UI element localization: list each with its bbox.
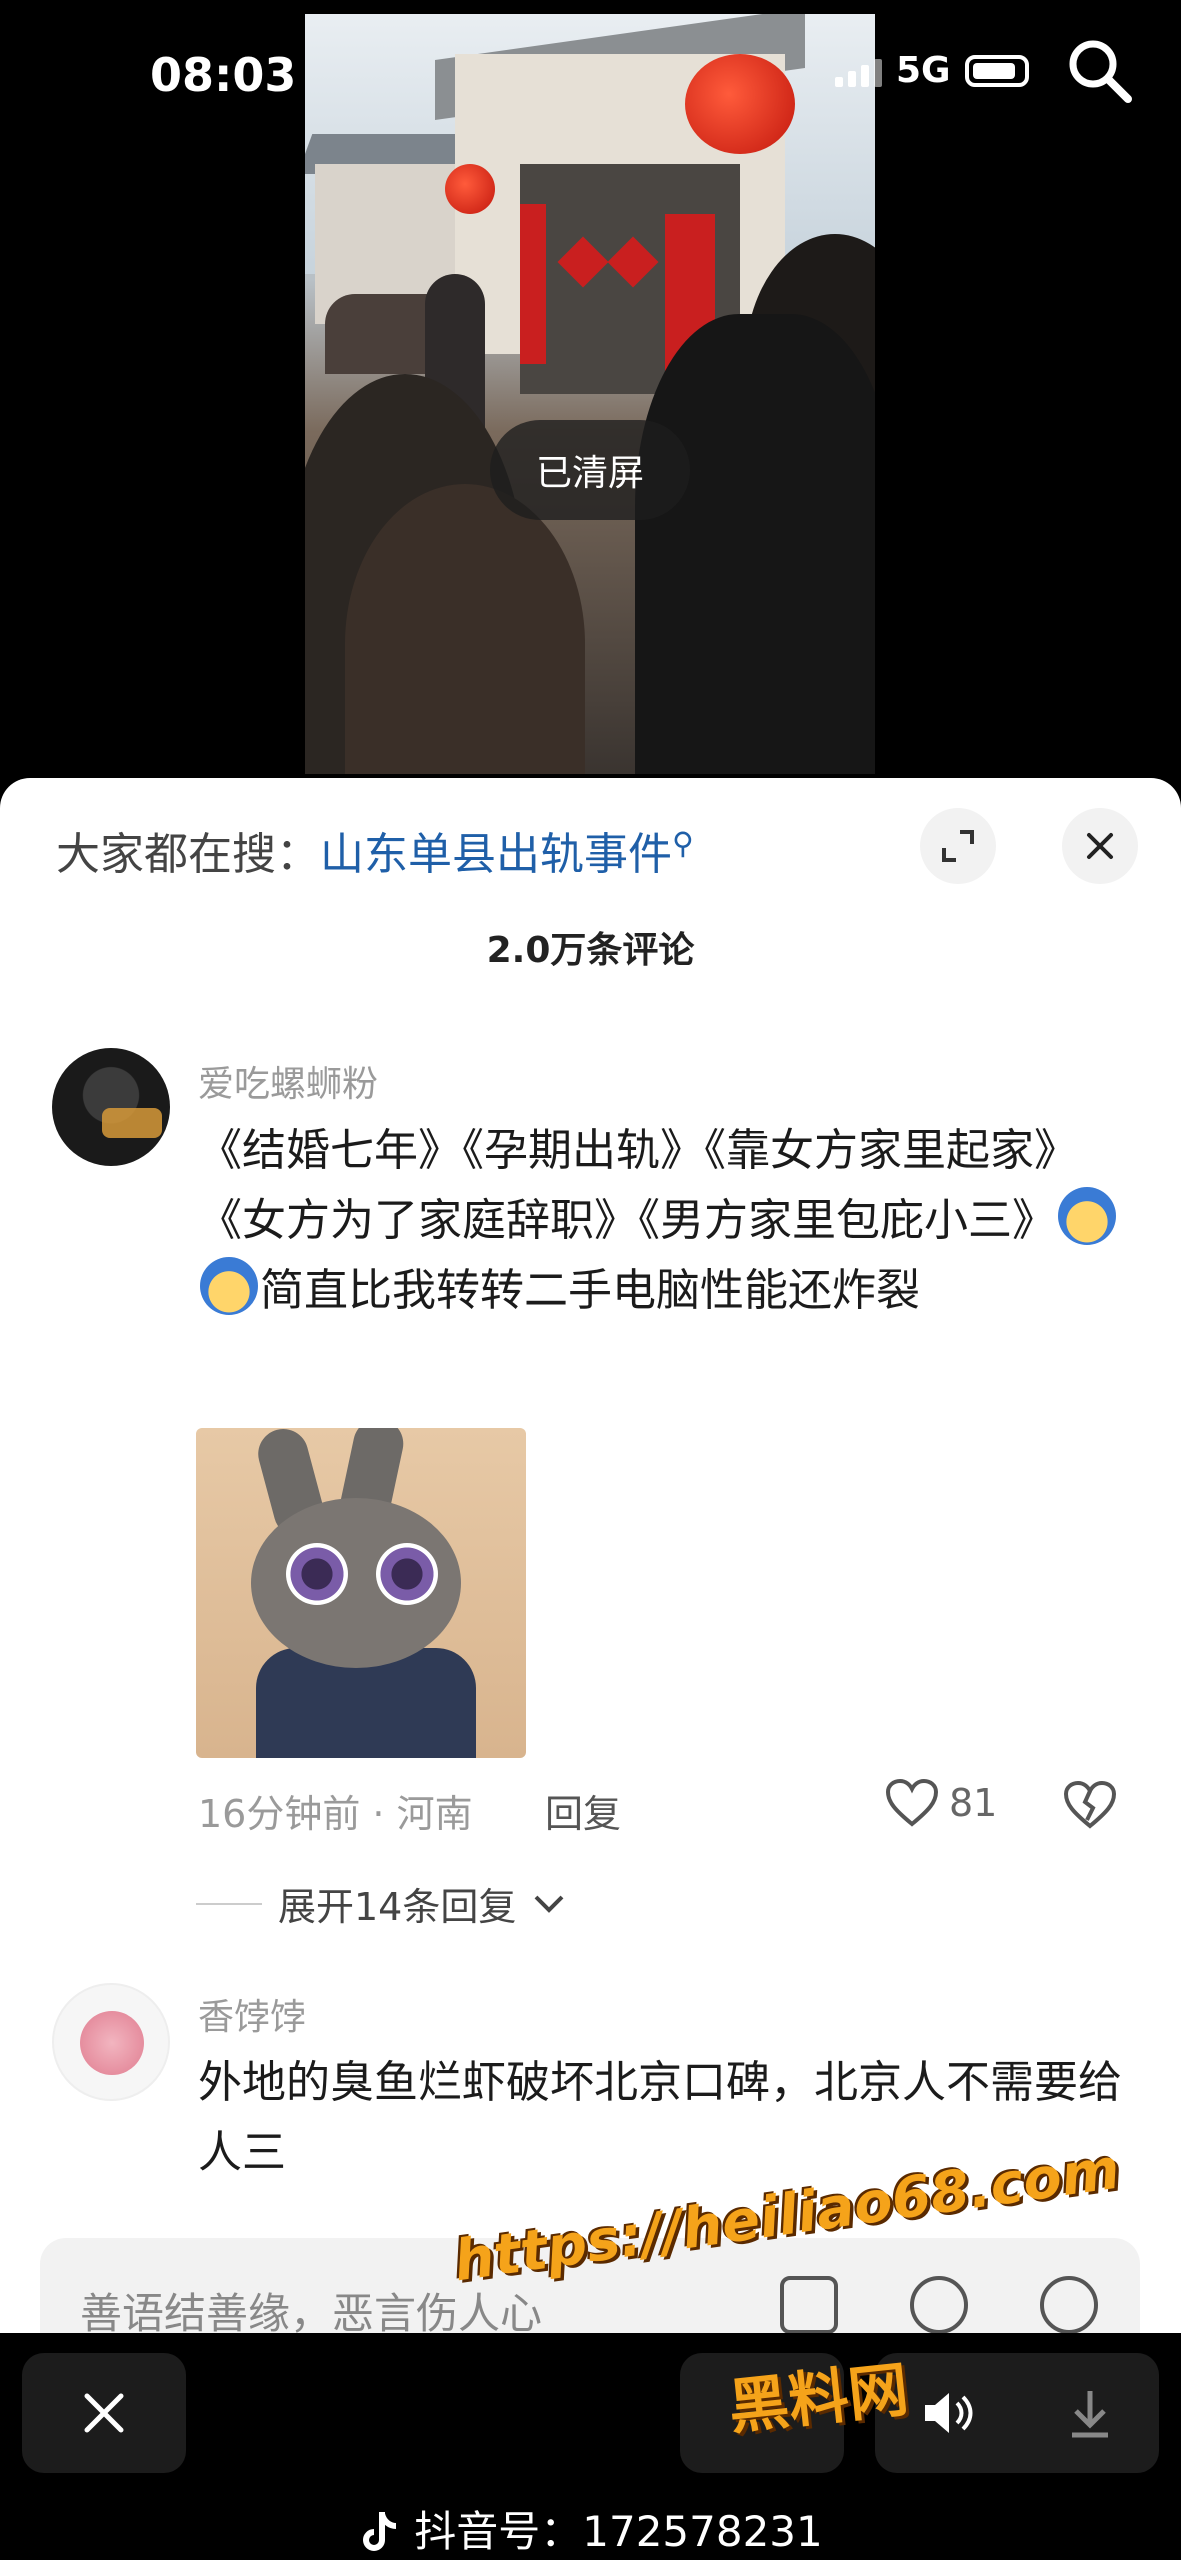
emoji-picker-icon[interactable] — [1040, 2276, 1098, 2333]
volume-icon[interactable] — [921, 2389, 975, 2437]
comment-username[interactable]: 香饽饽 — [198, 1988, 306, 2040]
close-icon — [1087, 833, 1113, 859]
like-button[interactable]: 81 — [885, 1778, 997, 1828]
expand-replies-label: 展开14条回复 — [278, 1885, 517, 1929]
comment-sticker-image[interactable] — [196, 1428, 526, 1758]
broken-heart-icon — [1063, 1780, 1117, 1829]
comment-username[interactable]: 爱吃螺蛳粉 — [198, 1055, 378, 1107]
video-head-center — [345, 484, 585, 774]
download-icon[interactable] — [1066, 2387, 1114, 2439]
divider-line — [196, 1902, 262, 1905]
close-button[interactable] — [1062, 808, 1138, 884]
hot-search-prefix: 大家都在搜： — [56, 829, 320, 880]
chevron-down-icon — [534, 1895, 564, 1913]
comment-count: 2.0万条评论 — [486, 930, 695, 971]
hot-search-link[interactable]: 山东单县出轨事件 — [320, 829, 672, 880]
network-type: 5G — [896, 50, 951, 91]
signal-icon — [835, 55, 882, 87]
video-frame[interactable] — [305, 14, 875, 774]
image-icon[interactable] — [780, 2276, 838, 2333]
status-indicators: 5G — [835, 50, 1029, 91]
tiktok-logo-icon — [363, 2512, 397, 2551]
douyin-id-row: 抖音号：172578231 — [0, 2498, 1181, 2559]
hot-search-bar[interactable]: 大家都在搜：山东单县出轨事件⚲ — [56, 818, 694, 882]
status-time: 08:03 — [150, 48, 297, 102]
expand-replies-button[interactable]: 展开14条回复 — [196, 1876, 566, 1931]
comment-sheet: 大家都在搜：山东单县出轨事件⚲ 2.0万条评论 爱吃螺蛳粉 《结婚七年》《孕期出… — [0, 778, 1181, 2333]
emoji-icon — [1058, 1187, 1116, 1245]
clear-screen-badge: 已清屏 — [490, 420, 690, 520]
couplet-left — [520, 204, 546, 364]
search-icon[interactable] — [1065, 36, 1135, 106]
expand-icon — [942, 830, 974, 862]
red-lantern-2 — [445, 164, 495, 214]
avatar[interactable] — [52, 1983, 170, 2101]
expand-fullscreen-button[interactable] — [920, 808, 996, 884]
close-icon — [84, 2393, 124, 2433]
comment-text-part1: 《结婚七年》《孕期出轨》《靠女方家里起家》《女方为了家庭辞职》《男方家里包庇小三… — [198, 1125, 1078, 1246]
bottom-bar: 抖音号：172578231 — [0, 2333, 1181, 2560]
like-count: 81 — [949, 1781, 998, 1825]
close-video-button[interactable] — [22, 2353, 186, 2473]
comment-time-location: 16分钟前 · 河南 — [198, 1792, 473, 1836]
battery-icon — [964, 54, 1029, 87]
media-controls — [875, 2353, 1159, 2473]
at-icon[interactable] — [910, 2276, 968, 2333]
emoji-icon — [200, 1257, 258, 1315]
red-lantern-1 — [685, 54, 795, 154]
avatar[interactable] — [52, 1048, 170, 1166]
heart-icon — [885, 1778, 939, 1827]
douyin-id: 抖音号：172578231 — [414, 2507, 823, 2556]
hot-search-magnifier-icon: ⚲ — [672, 826, 694, 862]
comment-text-part2: 简直比我转转二手电脑性能还炸裂 — [260, 1265, 920, 1316]
video-person-right — [635, 314, 875, 774]
comment-text: 《结婚七年》《孕期出轨》《靠女方家里起家》《女方为了家庭辞职》《男方家里包庇小三… — [198, 1116, 1128, 1326]
reply-button[interactable]: 回复 — [545, 1783, 621, 1838]
dislike-button[interactable] — [1063, 1780, 1117, 1834]
